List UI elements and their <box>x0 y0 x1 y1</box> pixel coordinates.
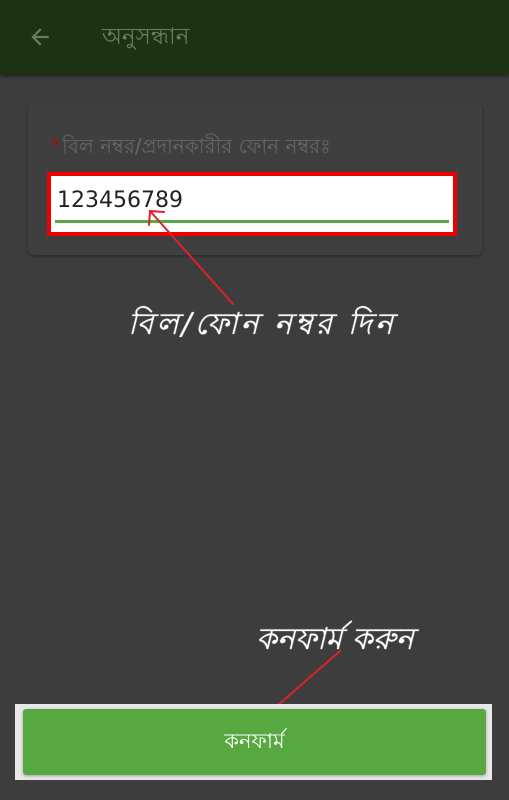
bill-number-input[interactable] <box>57 182 437 218</box>
annotation-confirm: কনফার্ম করুন <box>256 622 414 657</box>
annotation-enter-bill-number: বিল/ফোন নম্বর দিন <box>128 307 396 342</box>
back-button[interactable] <box>22 19 58 55</box>
page-title: অনুসন্ধান <box>102 24 190 50</box>
arrow-left-icon <box>31 28 49 46</box>
search-form-card: * বিল নম্বর/প্রদানকারীর ফোন নম্বরঃ <box>28 103 482 255</box>
app-bar: অনুসন্ধান <box>0 0 509 74</box>
required-mark: * <box>50 134 60 158</box>
input-underline <box>55 220 449 223</box>
bill-number-field-highlight <box>47 172 457 236</box>
bill-number-label: * বিল নম্বর/প্রদানকারীর ফোন নম্বরঃ <box>50 133 331 159</box>
confirm-button[interactable]: কনফার্ম <box>23 709 486 775</box>
bill-number-label-text: বিল নম্বর/প্রদানকারীর ফোন নম্বরঃ <box>62 134 331 158</box>
